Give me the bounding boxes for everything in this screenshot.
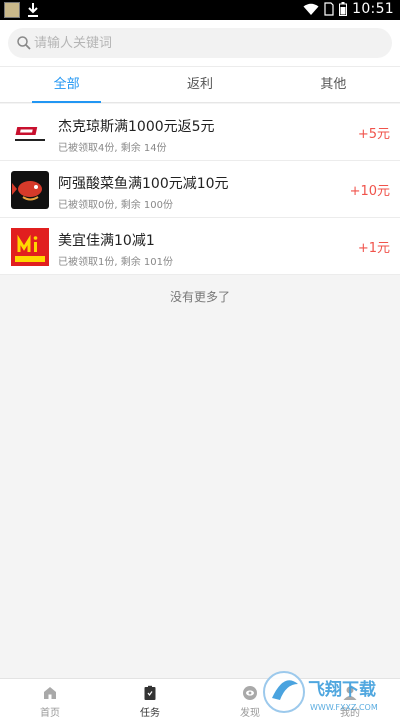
meiyijia-logo: [11, 228, 49, 266]
nav-label: 任务: [140, 708, 160, 718]
task-title: 杰克琼斯满1000元返5元: [58, 119, 215, 135]
no-more-label: 没有更多了: [169, 290, 230, 304]
task-reward: +5元: [357, 127, 390, 142]
wifi-icon: [303, 3, 319, 15]
battery-icon: [339, 2, 348, 16]
tab-rebate[interactable]: 返利: [133, 67, 266, 102]
category-tabs: 全部 返利 其他: [0, 66, 400, 103]
app-notification-icon: [4, 2, 20, 18]
task-title: 美宜佳满10减1: [58, 233, 155, 249]
watermark-title: 飞翔下载: [308, 679, 376, 700]
nav-label: 首页: [40, 708, 60, 718]
status-bar: 10:51: [0, 0, 400, 20]
fish-restaurant-logo: [11, 171, 49, 209]
site-watermark-logo: 飞翔下载 WWW.FXXZ.COM: [263, 671, 378, 713]
home-icon: [44, 687, 56, 699]
jack-jones-logo: [11, 114, 49, 152]
search-box[interactable]: [8, 28, 392, 58]
tab-other[interactable]: 其他: [267, 67, 400, 102]
list-item[interactable]: 杰克琼斯满1000元返5元 已被领取4份, 剩余 14份 +5元: [0, 104, 400, 161]
task-claim-status: 已被领取0份, 剩余 100份: [58, 200, 173, 211]
sim-icon: [324, 2, 334, 16]
task-reward: +1元: [357, 241, 390, 256]
task-title: 阿强酸菜鱼满100元减10元: [58, 176, 229, 192]
task-claim-status: 已被领取4份, 剩余 14份: [58, 143, 167, 154]
search-icon: [17, 36, 31, 50]
nav-home[interactable]: 首页: [0, 679, 100, 718]
task-list: 杰克琼斯满1000元返5元 已被领取4份, 剩余 14份 +5元 阿强酸菜鱼满1…: [0, 104, 400, 275]
download-icon: [28, 3, 38, 17]
task-icon: [144, 685, 156, 700]
clock: 10:51: [352, 1, 394, 17]
search-input[interactable]: [34, 28, 374, 58]
task-claim-status: 已被领取1份, 剩余 101份: [58, 257, 173, 268]
task-reward: +10元: [349, 184, 390, 199]
discover-icon: [243, 686, 257, 700]
watermark-url: WWW.FXXZ.COM: [310, 703, 378, 712]
nav-task[interactable]: 任务: [100, 679, 200, 718]
list-item[interactable]: 美宜佳满10减1 已被领取1份, 剩余 101份 +1元: [0, 218, 400, 275]
search-bar: [0, 20, 400, 66]
tab-all[interactable]: 全部: [0, 67, 133, 103]
list-item[interactable]: 阿强酸菜鱼满100元减10元 已被领取0份, 剩余 100份 +10元: [0, 161, 400, 218]
